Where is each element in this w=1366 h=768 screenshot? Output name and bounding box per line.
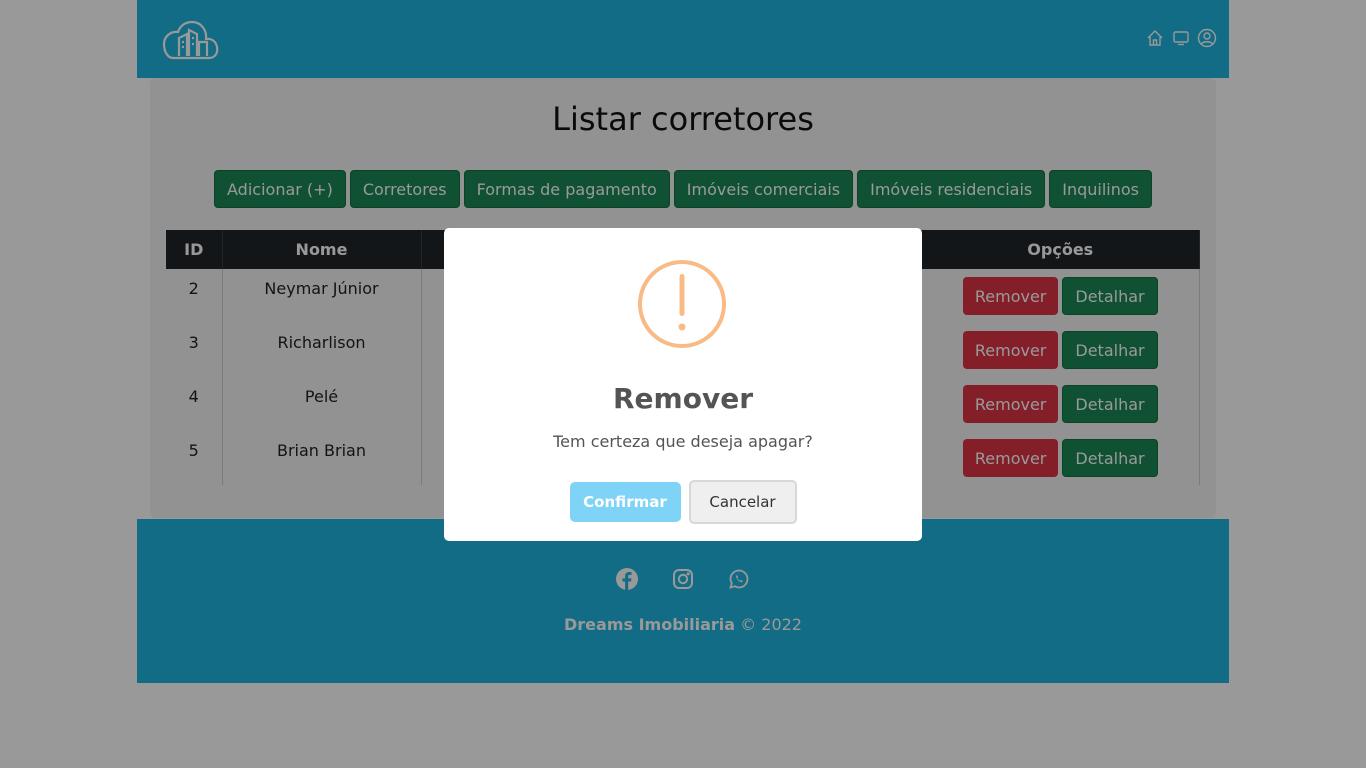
confirm-dialog: Remover Tem certeza que deseja apagar? C… — [444, 228, 922, 541]
dialog-actions: Confirmar Cancelar — [444, 480, 922, 524]
dialog-message: Tem certeza que deseja apagar? — [553, 432, 813, 451]
dialog-title: Remover — [612, 382, 753, 415]
warning-icon — [638, 260, 726, 348]
cancel-button[interactable]: Cancelar — [688, 480, 797, 524]
confirm-button[interactable]: Confirmar — [569, 482, 681, 522]
